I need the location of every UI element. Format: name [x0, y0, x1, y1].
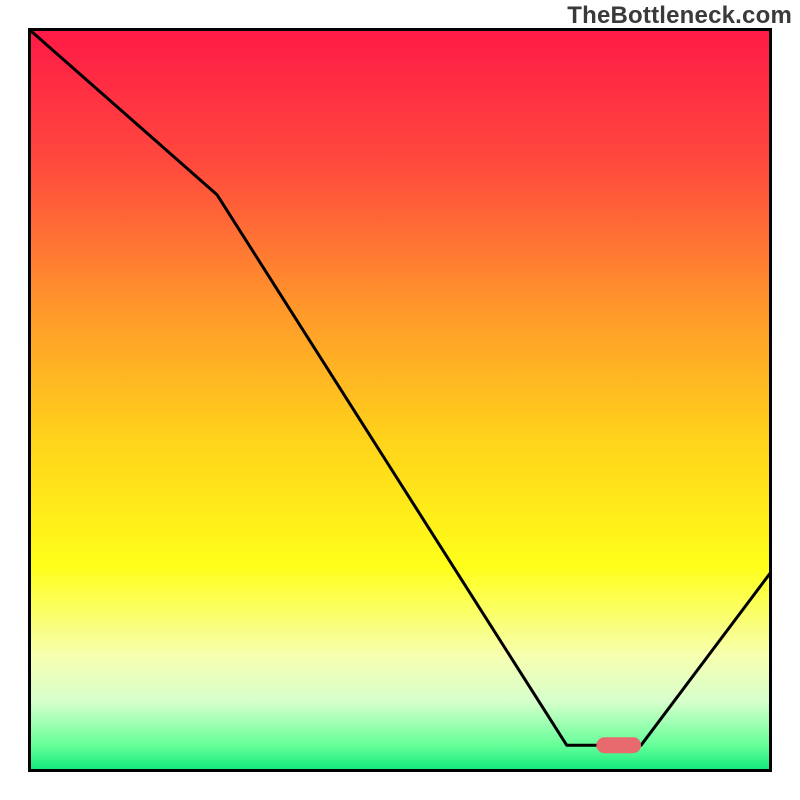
watermark-text: TheBottleneck.com	[567, 2, 792, 30]
plot-area	[28, 28, 772, 772]
chart-container: TheBottleneck.com	[0, 0, 800, 800]
optimal-marker	[596, 737, 641, 753]
plot-svg	[31, 31, 772, 772]
gradient-background	[31, 31, 772, 772]
